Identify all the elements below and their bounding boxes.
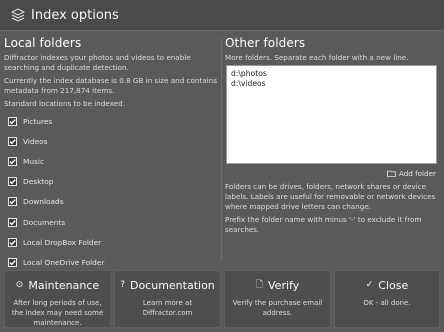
location-label: Documents [23, 217, 66, 227]
checkmark-icon [9, 199, 16, 205]
layers-icon [11, 8, 25, 22]
title-bar: Index options [0, 0, 444, 31]
local-folders-description: Diffractor indexes your photos and video… [4, 53, 191, 72]
location-checkbox-row[interactable]: Desktop [8, 172, 104, 192]
location-checkbox-row[interactable]: Videos [8, 131, 104, 151]
checkmark-icon [9, 260, 16, 266]
maintenance-button[interactable]: ⊙ Maintenance After long periods of use, … [4, 270, 111, 328]
checkmark-icon [9, 239, 16, 246]
folder-icon [387, 170, 396, 177]
local-folders-section: Local folders Diffractor indexes your ph… [4, 36, 218, 112]
close-label: Close [378, 278, 409, 292]
other-folders-section: Other folders More folders. Separate eac… [225, 36, 440, 66]
checkbox[interactable] [8, 197, 17, 207]
location-label: Desktop [23, 177, 54, 187]
checkmark-icon [9, 138, 16, 145]
location-label: Local OneDrive Folder [23, 257, 105, 267]
location-checkbox-row[interactable]: Downloads [8, 192, 104, 212]
checkmark-icon [9, 159, 16, 165]
close-button[interactable]: ✓ Close OK - all done. [334, 270, 440, 328]
checkbox[interactable] [8, 116, 17, 126]
location-label: Pictures [23, 116, 53, 126]
location-checkbox-row[interactable]: Documents [8, 212, 104, 232]
checkmark-icon [9, 118, 16, 125]
checkbox[interactable] [8, 217, 17, 227]
documentation-button[interactable]: ? Documentation Learn more at Diffractor.… [114, 270, 221, 328]
checkmark-icon: ✓ [365, 280, 374, 290]
location-checkbox-row[interactable]: Local DropBox Folder [8, 232, 104, 252]
document-icon: 🗋 [255, 280, 264, 290]
other-folders-textbox[interactable] [226, 65, 437, 164]
checkbox[interactable] [8, 177, 17, 187]
close-description: OK - all done. [363, 299, 411, 307]
exclude-prefix-info: Prefix the folder name with minus '-' to… [225, 215, 422, 234]
add-folder-label: Add folder [398, 169, 436, 178]
checkbox[interactable] [8, 136, 17, 146]
maintenance-label: Maintenance [28, 278, 100, 292]
location-label: Videos [23, 136, 48, 146]
maintenance-icon: ⊙ [15, 280, 24, 290]
checkbox[interactable] [8, 237, 17, 247]
checkbox[interactable] [8, 257, 17, 267]
other-folders-heading: Other folders [225, 36, 306, 50]
add-folder-button[interactable]: Add folder [387, 169, 436, 178]
other-folders-info: Folders can be drives, folders, network … [225, 182, 440, 238]
index-size-info: Currently the index database is 0.8 GB i… [4, 76, 217, 95]
verify-button[interactable]: 🗋 Verify Verify the purchase email addres… [224, 270, 331, 328]
checkmark-icon [9, 219, 16, 225]
standard-locations-note: Standard locations to be indexed. [4, 99, 126, 108]
help-icon: ? [120, 280, 125, 290]
folder-types-info: Folders can be drives, folders, network … [225, 182, 436, 211]
location-label: Music [23, 156, 45, 166]
standard-locations-list: Pictures Videos Music Desktop Downloads Docum… [8, 111, 104, 273]
window-title: Index options [31, 7, 119, 23]
location-checkbox-row[interactable]: Music [8, 151, 104, 171]
local-folders-heading: Local folders [4, 36, 82, 50]
documentation-description: Learn more at Diffractor.com [142, 299, 193, 317]
verify-label: Verify [268, 278, 300, 292]
maintenance-description: After long periods of use, the index may… [11, 299, 104, 327]
checkmark-icon [9, 179, 16, 185]
checkbox[interactable] [8, 156, 17, 166]
location-checkbox-row[interactable]: Pictures [8, 111, 104, 131]
documentation-label: Documentation [129, 278, 215, 292]
column-divider [221, 38, 222, 260]
other-folders-description: More folders. Separate each folder with … [225, 53, 409, 62]
location-label: Downloads [23, 197, 64, 207]
verify-description: Verify the purchase email address. [232, 299, 323, 317]
location-label: Local DropBox Folder [23, 237, 102, 247]
